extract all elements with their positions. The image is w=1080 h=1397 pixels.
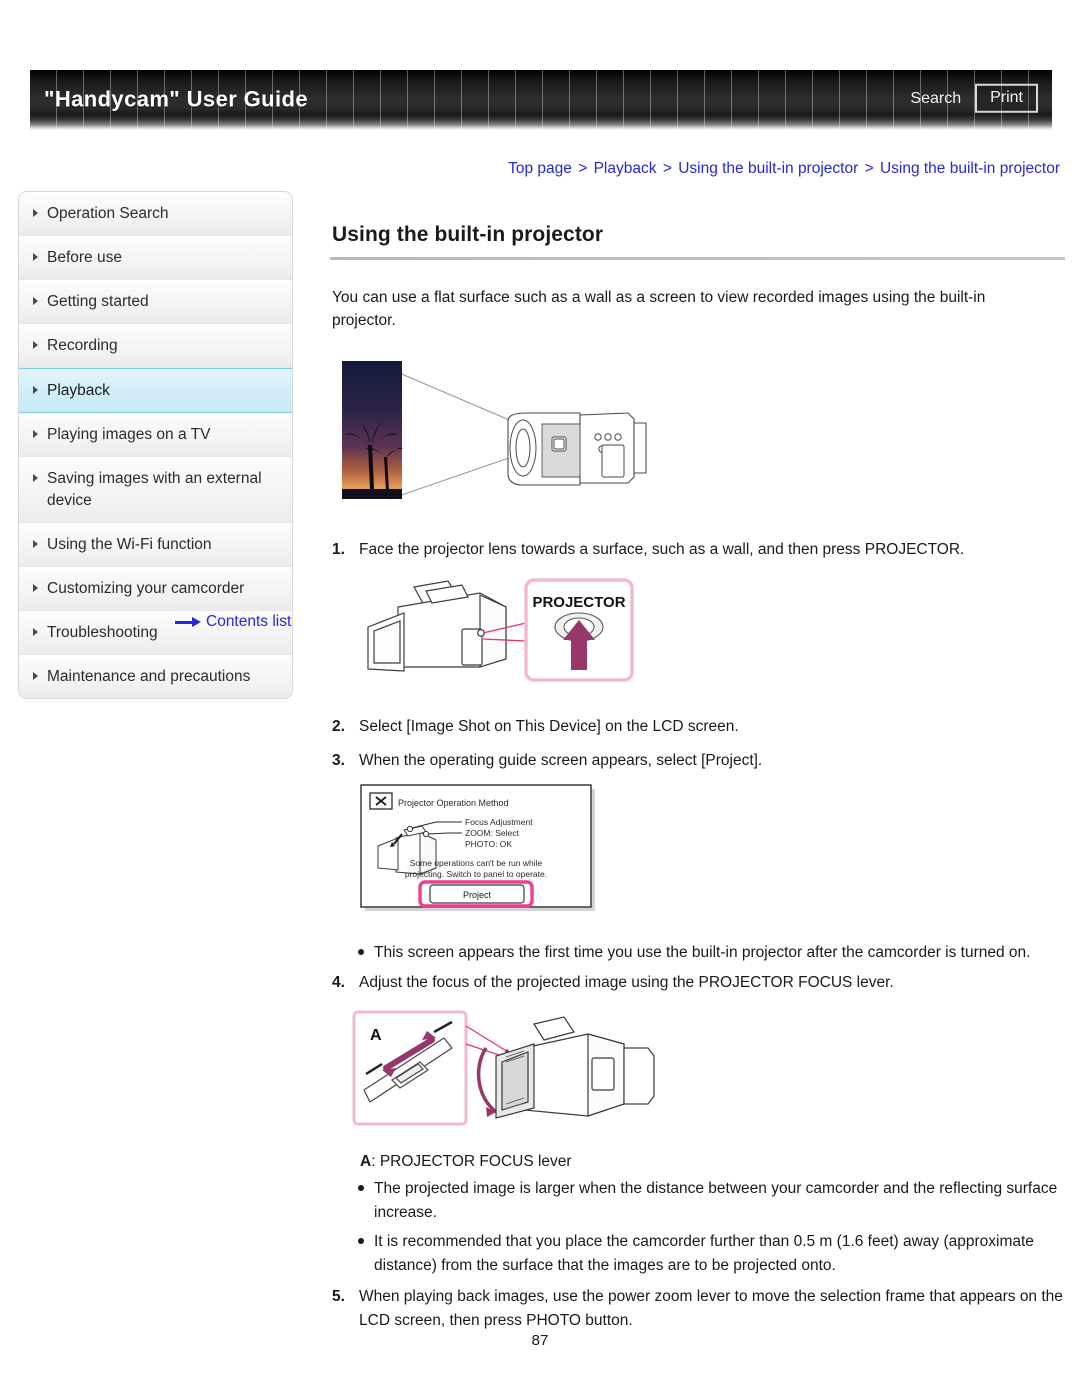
note-first-time-text: This screen appears the first time you u… <box>374 944 1031 962</box>
arrow-right-icon <box>175 617 201 627</box>
header-background: "Handycam" User Guide Search Print <box>30 70 1052 130</box>
sidebar-item-customizing-your-camcorder[interactable]: Customizing your camcorder <box>19 566 292 611</box>
page-title: Using the built-in projector <box>332 223 604 246</box>
chevron-right-icon <box>33 474 38 483</box>
sidebar-item-getting-started[interactable]: Getting started <box>19 280 292 325</box>
step-5: 5. When playing back images, use the pow… <box>332 1285 1065 1332</box>
contents-list-label: Contents list <box>206 613 292 630</box>
print-button[interactable]: Print <box>975 83 1038 113</box>
focus-lever-caption: A: PROJECTOR FOCUS lever <box>360 1153 1065 1171</box>
step-1-number: 1. <box>332 540 345 558</box>
chevron-right-icon <box>33 539 38 548</box>
step-4: 4. Adjust the focus of the projected ima… <box>332 971 1065 995</box>
step-1-text: Face the projector lens towards a surfac… <box>359 540 965 558</box>
sidebar-item-playing-images-on-a-tv[interactable]: Playing images on a TV <box>19 413 292 458</box>
figure-focus-lever: A <box>348 1004 1065 1139</box>
step-3-number: 3. <box>332 751 345 769</box>
chevron-right-icon <box>33 386 38 395</box>
figure-projection-diagram <box>330 349 1065 524</box>
step-4-number: 4. <box>332 973 345 991</box>
page-title-header: "Handycam" User Guide <box>44 86 309 112</box>
chevron-right-icon <box>33 627 38 636</box>
sidebar-item-before-use[interactable]: Before use <box>19 236 292 281</box>
step-2-text: Select [Image Shot on This Device] on th… <box>359 718 739 736</box>
lcd-body-line-1: Some operations can't be run while <box>410 858 543 868</box>
sidebar-item-playback[interactable]: Playback <box>19 368 292 414</box>
note-image-larger-text: The projected image is larger when the d… <box>374 1180 1058 1221</box>
breadcrumb-item-playback[interactable]: Playback <box>594 160 657 177</box>
step-5-text: When playing back images, use the power … <box>359 1288 1063 1329</box>
step-2-number: 2. <box>332 718 345 736</box>
title-divider <box>330 257 1065 260</box>
breadcrumb-separator: > <box>578 160 588 177</box>
contents-list-link[interactable]: Contents list <box>175 613 291 631</box>
note-image-larger: The projected image is larger when the d… <box>358 1177 1065 1224</box>
sidebar-item-using-the-wifi-function[interactable]: Using the Wi-Fi function <box>19 522 292 567</box>
sidebar-item-label: Using the Wi-Fi function <box>47 535 212 553</box>
intro-paragraph: You can use a flat surface such as a wal… <box>332 289 986 330</box>
breadcrumb-separator: > <box>662 160 672 177</box>
chevron-right-icon <box>33 297 38 306</box>
projection-diagram-svg <box>342 360 647 500</box>
figure-projector-button: PROJECTOR <box>330 571 1065 701</box>
note-recommended-distance-text: It is recommended that you place the cam… <box>374 1233 1034 1274</box>
step-1: 1. Face the projector lens towards a sur… <box>332 538 1065 562</box>
note-recommended-distance: It is recommended that you place the cam… <box>358 1230 1065 1277</box>
sidebar-item-label: Playing images on a TV <box>47 426 211 444</box>
figure-lcd-operation-guide: Projector Operation Method Focus Adjustm… <box>358 782 1065 927</box>
sidebar-item-label: Saving images with an external device <box>47 470 262 509</box>
breadcrumb: Top page > Playback > Using the built-in… <box>508 160 1060 178</box>
bullet-dot-icon <box>358 949 364 956</box>
focus-lever-svg: A <box>352 1010 655 1126</box>
lcd-body-line-2: projecting. Switch to panel to operate. <box>405 869 547 879</box>
step-3-text: When the operating guide screen appears,… <box>359 751 763 769</box>
page-number: 87 <box>531 1332 549 1349</box>
step-4-text: Adjust the focus of the projected image … <box>359 973 894 991</box>
chevron-right-icon <box>33 671 38 680</box>
chevron-right-icon <box>33 341 38 350</box>
chevron-right-icon <box>33 430 38 439</box>
projector-button-svg: PROJECTOR <box>367 578 634 682</box>
bullet-dot-icon <box>358 1185 364 1192</box>
sidebar-item-saving-images-external-device[interactable]: Saving images with an external device <box>19 457 292 523</box>
sidebar-item-label: Operation Search <box>47 205 169 222</box>
focus-lever-letter: A <box>370 1027 382 1044</box>
header-actions: Search Print <box>910 83 1038 113</box>
lcd-screen-title: Projector Operation Method <box>398 798 509 808</box>
sidebar-item-label: Playback <box>47 382 110 400</box>
projector-button-label: PROJECTOR <box>532 594 625 611</box>
search-button[interactable]: Search <box>910 89 961 107</box>
sidebar-item-label: Customizing your camcorder <box>47 579 245 597</box>
step-3: 3. When the operating guide screen appea… <box>332 749 1065 773</box>
sidebar-item-maintenance-and-precautions[interactable]: Maintenance and precautions <box>19 654 292 698</box>
bullet-dot-icon <box>358 1238 364 1245</box>
main-content: Using the built-in projector You can use… <box>330 223 1065 1343</box>
sidebar-item-label: Maintenance and precautions <box>47 667 251 685</box>
step-5-number: 5. <box>332 1288 345 1306</box>
app-header: "Handycam" User Guide Search Print <box>30 70 1052 130</box>
breadcrumb-item-top-page[interactable]: Top page <box>508 160 572 177</box>
chevron-right-icon <box>33 209 38 217</box>
chevron-right-icon <box>33 253 38 262</box>
sidebar-item-recording[interactable]: Recording <box>19 324 292 369</box>
sidebar-item-label: Getting started <box>47 293 149 311</box>
lcd-guide-svg: Projector Operation Method Focus Adjustm… <box>360 784 595 912</box>
lcd-label-focus: Focus Adjustment <box>465 817 533 827</box>
lcd-label-photo: PHOTO: OK <box>465 839 512 849</box>
step-2: 2. Select [Image Shot on This Device] on… <box>332 715 1065 739</box>
sidebar-item-operation-search[interactable]: Operation Search <box>19 192 292 237</box>
chevron-right-icon <box>33 583 38 592</box>
breadcrumb-item-current[interactable]: Using the built-in projector <box>880 160 1060 177</box>
sidebar-item-label: Recording <box>47 337 118 355</box>
breadcrumb-item-projector-section[interactable]: Using the built-in projector <box>678 160 858 177</box>
lcd-project-button-label: Project <box>463 890 492 900</box>
note-first-time: This screen appears the first time you u… <box>358 941 1065 965</box>
breadcrumb-separator: > <box>864 160 874 177</box>
lcd-label-zoom: ZOOM: Select <box>465 828 519 838</box>
focus-lever-caption-text: : PROJECTOR FOCUS lever <box>371 1153 572 1171</box>
sidebar-item-label: Before use <box>47 249 122 267</box>
focus-lever-caption-letter: A <box>360 1153 372 1171</box>
